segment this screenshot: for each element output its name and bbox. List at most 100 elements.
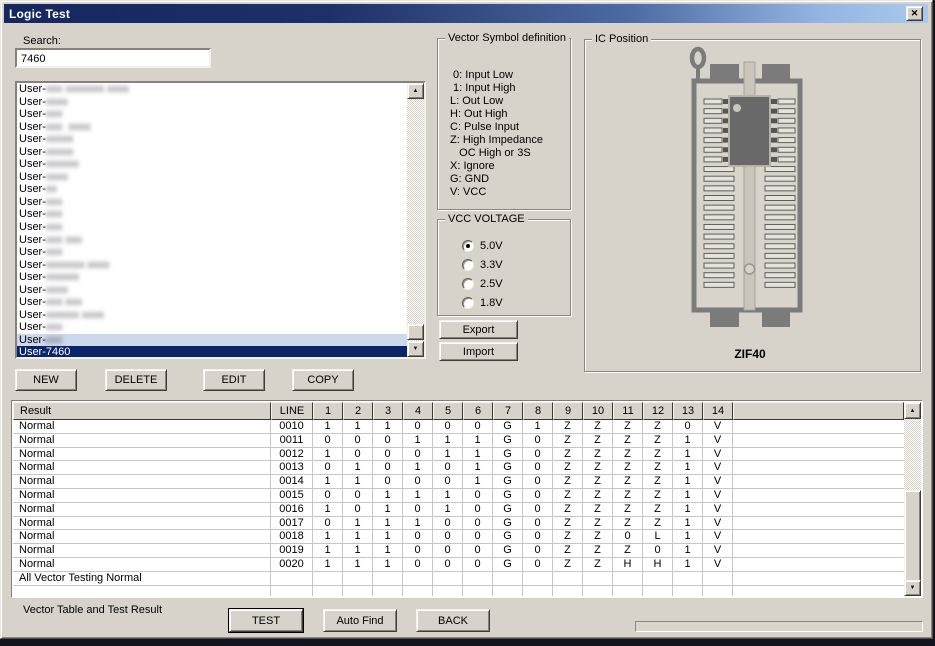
list-item-label: User-	[19, 146, 46, 159]
vector-row[interactable]: Normal0020111000G0ZZHH1V	[13, 558, 904, 572]
vector-row[interactable]: Normal0012100011G0ZZZZ1V	[13, 448, 904, 462]
import-button[interactable]: Import	[439, 342, 518, 361]
list-item[interactable]: User-xxx	[17, 221, 407, 234]
vcc-option-3.3V[interactable]: 3.3V	[462, 255, 503, 274]
pin-cell	[493, 572, 523, 586]
radio-icon	[462, 259, 474, 271]
list-item-label: User-	[19, 96, 46, 109]
pin-cell	[613, 586, 643, 596]
vector-row[interactable]: Normal0010111000G1ZZZZ0V	[13, 420, 904, 434]
vector-row[interactable]: Normal0018111000G0ZZ0L1V	[13, 530, 904, 544]
pin-cell	[703, 572, 733, 586]
back-button[interactable]: BACK	[416, 609, 490, 632]
vector-row[interactable]: Normal0017011100G0ZZZZ1V	[13, 517, 904, 531]
pin-slot	[765, 176, 795, 181]
pin-slot	[704, 282, 734, 287]
list-item[interactable]: User-xxxxxx xxxx	[17, 309, 407, 322]
vector-row[interactable]: Normal0014110001G0ZZZZ1V	[13, 475, 904, 489]
edit-button[interactable]: EDIT	[203, 369, 265, 391]
list-item[interactable]: User-xxxxx	[17, 133, 407, 146]
filler-cell	[733, 489, 904, 503]
vcc-option-label: 2.5V	[480, 278, 503, 290]
list-item[interactable]: User-xxx	[17, 321, 407, 334]
pin-cell: 1	[343, 558, 373, 572]
list-item[interactable]: User-xxx	[17, 196, 407, 209]
list-item[interactable]: User-xxxx	[17, 96, 407, 109]
list-item[interactable]: User-xxx	[17, 246, 407, 259]
list-item[interactable]: User-xxx	[17, 208, 407, 221]
export-button[interactable]: Export	[439, 320, 518, 339]
search-input[interactable]	[15, 48, 211, 68]
pin-cell: 0	[403, 530, 433, 544]
list-item[interactable]: User-xxxx	[17, 284, 407, 297]
list-item[interactable]: User-xxxxxxx xxxx	[17, 259, 407, 272]
list-item-masked-text: xxx xxx	[46, 296, 82, 309]
scroll-down-icon[interactable]: ▼	[407, 341, 424, 357]
list-item-label: User-	[19, 271, 46, 284]
pin-cell: Z	[643, 461, 673, 475]
list-item-label: User-	[19, 309, 46, 322]
list-item-label: User-	[19, 171, 46, 184]
socket-label: ZIF40	[680, 347, 820, 361]
auto-find-button[interactable]: Auto Find	[323, 609, 397, 632]
list-item-label: User-	[19, 221, 46, 234]
pin-cell: 1	[463, 448, 493, 462]
vcc-option-1.8V[interactable]: 1.8V	[462, 293, 503, 312]
pin-slot	[704, 205, 734, 210]
pin-cell: 0	[313, 461, 343, 475]
pin-cell: 1	[403, 461, 433, 475]
summary-row[interactable]: All Vector Testing Normal	[13, 572, 904, 586]
pin-cell: 1	[673, 448, 703, 462]
table-scroll-up-icon[interactable]: ▲	[904, 402, 921, 419]
list-item[interactable]: User-xxxxxx	[17, 158, 407, 171]
list-item[interactable]: User-xxx xxxx	[17, 121, 407, 134]
close-icon[interactable]: ✕	[906, 6, 923, 21]
table-scrollbar-thumb[interactable]	[904, 490, 921, 582]
pin-cell: Z	[643, 448, 673, 462]
pin-cell: 0	[343, 489, 373, 503]
list-item-masked-text: xxxx	[46, 171, 68, 184]
copy-button[interactable]: COPY	[292, 369, 354, 391]
empty-row[interactable]	[13, 586, 904, 596]
column-header-result: Result	[13, 402, 271, 420]
pin-cell: 1	[313, 475, 343, 489]
result-cell: Normal	[13, 448, 271, 462]
list-item[interactable]: User-xxxxxx	[17, 271, 407, 284]
list-item[interactable]: User-xxx	[17, 108, 407, 121]
pin-cell: 1	[343, 461, 373, 475]
vcc-option-2.5V[interactable]: 2.5V	[462, 274, 503, 293]
list-item[interactable]: User-xxx xxx	[17, 234, 407, 247]
vector-row[interactable]: Normal0011000111G0ZZZZ1V	[13, 434, 904, 448]
column-header-3: 3	[373, 402, 403, 420]
line-cell: 0011	[271, 434, 313, 448]
list-item-masked-text: xxxxx	[46, 146, 74, 159]
pin-slot	[704, 273, 734, 278]
list-item[interactable]: User-xxx xxx	[17, 296, 407, 309]
test-button[interactable]: TEST	[229, 609, 303, 632]
vector-row[interactable]: Normal0019111000G0ZZZ01V	[13, 544, 904, 558]
pin-cell: 1	[313, 420, 343, 434]
list-scrollbar[interactable]: ▲ ▼	[407, 83, 424, 357]
vector-row[interactable]: Normal0013010101G0ZZZZ1V	[13, 461, 904, 475]
new-button[interactable]: NEW	[15, 369, 77, 391]
vector-row[interactable]: Normal0015001110G0ZZZZ1V	[13, 489, 904, 503]
vector-row[interactable]: Normal0016101010G0ZZZZ1V	[13, 503, 904, 517]
list-item[interactable]: User-xxxxx	[17, 146, 407, 159]
list-item[interactable]: User-xxxx	[17, 171, 407, 184]
pin-cell: Z	[553, 503, 583, 517]
pin-slot	[704, 186, 734, 191]
vcc-option-5.0V[interactable]: 5.0V	[462, 236, 503, 255]
table-scrollbar[interactable]: ▲ ▼	[904, 402, 921, 596]
pin-slot	[704, 234, 734, 239]
list-item[interactable]: User-xxx xxxxxxx xxxx	[17, 83, 407, 96]
scroll-up-icon[interactable]: ▲	[407, 83, 424, 99]
list-item[interactable]: User-xxx	[17, 334, 407, 347]
pin-cell: Z	[613, 461, 643, 475]
list-item[interactable]: User-7460	[17, 346, 407, 357]
table-scroll-down-icon[interactable]: ▼	[904, 580, 921, 596]
result-cell: Normal	[13, 461, 271, 475]
list-item[interactable]: User-xx	[17, 183, 407, 196]
pin-cell: Z	[613, 448, 643, 462]
list-scrollbar-thumb[interactable]	[407, 324, 424, 340]
delete-button[interactable]: DELETE	[105, 369, 167, 391]
